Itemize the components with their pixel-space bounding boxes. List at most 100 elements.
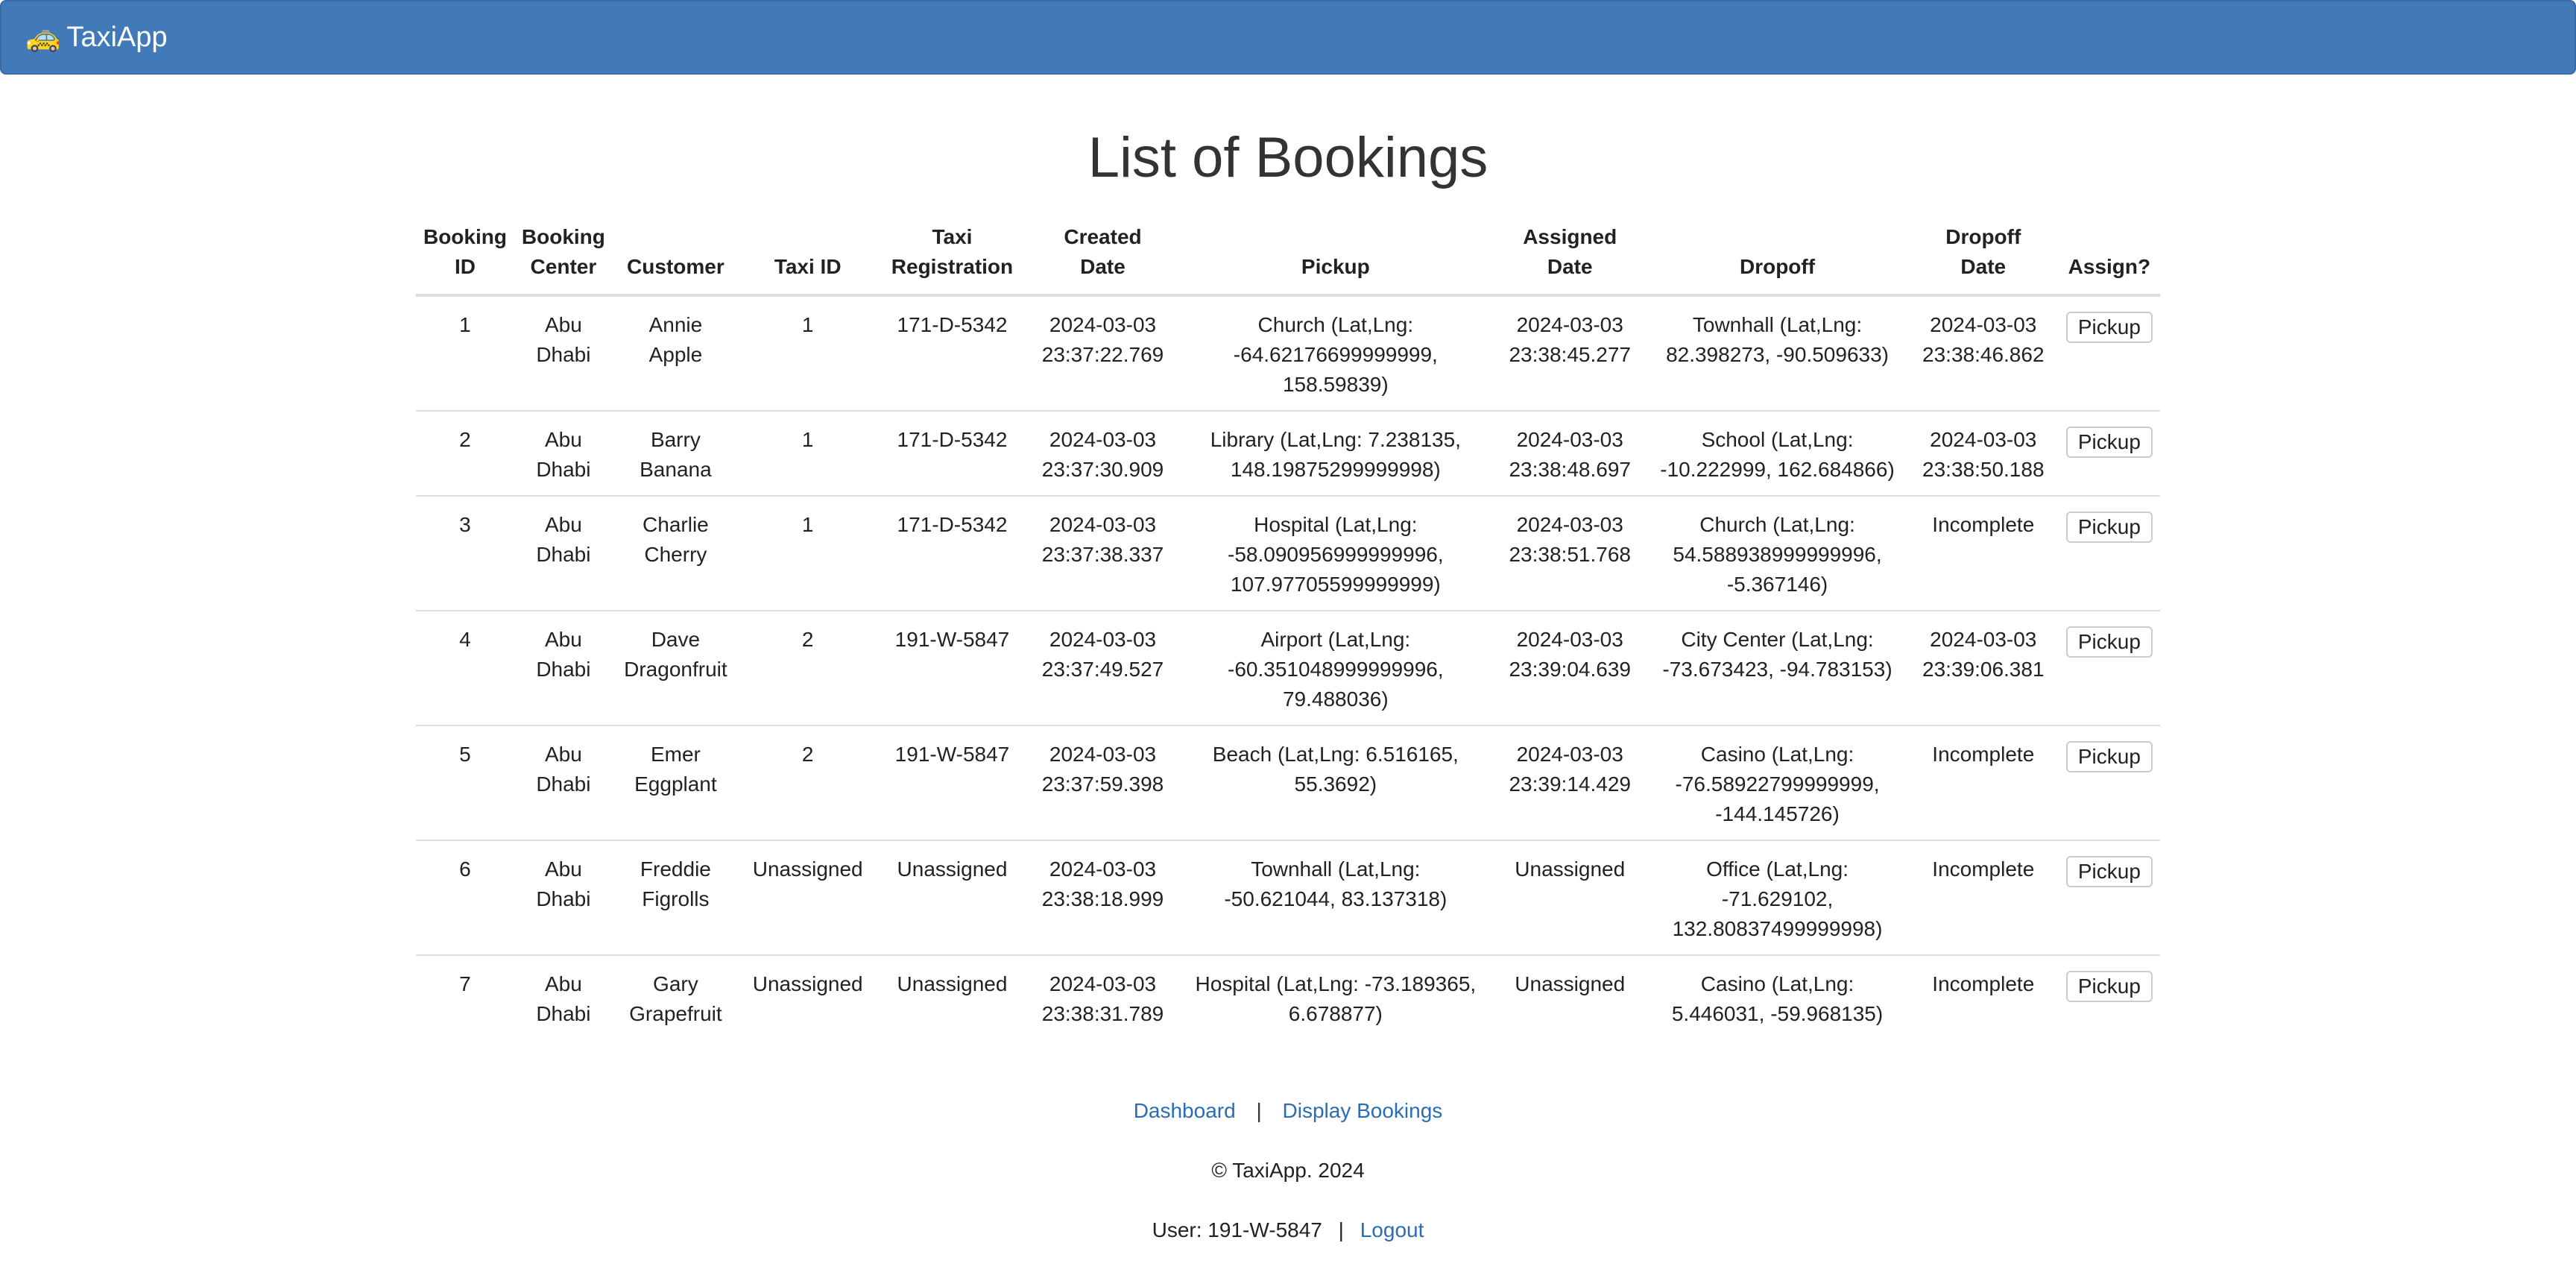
header-taxi-id: Taxi ID [738, 218, 877, 297]
cell-dropoff-date: 2024-03-03 23:38:50.188 [1907, 410, 2059, 496]
cell-dropoff: Church (Lat,Lng: 54.588938999999996, -5.36… [1647, 495, 1908, 611]
cell-dropoff: Casino (Lat,Lng: 5.446031, -59.968135) [1647, 954, 1908, 1039]
table-header-row: Booking ID Booking Center Customer Taxi ID… [416, 218, 2160, 297]
brand-link[interactable]: 🚕 TaxiApp [25, 22, 168, 54]
cell-taxi-registration: 171-D-5342 [897, 313, 1008, 336]
table-row: 3 Abu Dhabi Charlie Cherry 1 171-D-5342 2024-03… [416, 495, 2160, 611]
table-row: 2 Abu Dhabi Barry Banana 1 171-D-5342 2024-03-0… [416, 410, 2160, 496]
cell-booking-center: Abu Dhabi [514, 495, 613, 611]
cell-dropoff-date: Incomplete [1907, 725, 2059, 840]
cell-booking-center: Abu Dhabi [514, 840, 613, 955]
cell-booking-id: 4 [416, 610, 514, 725]
display-bookings-link[interactable]: Display Bookings [1283, 1099, 1443, 1122]
cell-dropoff-date: Incomplete [1907, 840, 2059, 955]
footer-nav: Dashboard | Display Bookings [0, 1099, 2576, 1123]
pickup-button[interactable]: Pickup [2065, 511, 2153, 543]
cell-customer: Barry Banana [612, 410, 739, 496]
cell-taxi-id: 2 [738, 725, 877, 840]
table-row: 4 Abu Dhabi Dave Dragonfruit 2 191-W-5847 2024-… [416, 610, 2160, 725]
pickup-button[interactable]: Pickup [2065, 626, 2153, 658]
cell-created-date: 2024-03-03 23:37:49.527 [1027, 610, 1178, 725]
cell-assigned-date: Unassigned [1493, 954, 1647, 1039]
cell-dropoff: City Center (Lat,Lng: -73.673423, -94.783… [1647, 610, 1908, 725]
header-assigned-date: Assigned Date [1493, 218, 1647, 297]
navbar: 🚕 TaxiApp [0, 0, 2576, 75]
header-created-date: Created Date [1027, 218, 1178, 297]
cell-booking-center: Abu Dhabi [514, 410, 613, 496]
cell-booking-id: 7 [416, 954, 514, 1039]
user-separator: | [1338, 1218, 1344, 1241]
cell-dropoff-date: 2024-03-03 23:39:06.381 [1907, 610, 2059, 725]
cell-taxi-registration: 191-W-5847 [877, 610, 1028, 725]
brand-name: TaxiApp [66, 21, 168, 53]
cell-dropoff: Townhall (Lat,Lng: 82.398273, -90.509633) [1666, 313, 1889, 366]
cell-booking-center: Abu Dhabi [536, 313, 591, 366]
current-user-label: User: 191-W-5847 [1152, 1218, 1322, 1241]
header-booking-id: Booking ID [416, 218, 514, 297]
cell-taxi-registration: 171-D-5342 [877, 495, 1028, 611]
cell-taxi-registration: Unassigned [877, 840, 1028, 955]
cell-taxi-registration: 191-W-5847 [877, 725, 1028, 840]
pickup-button[interactable]: Pickup [2065, 856, 2153, 887]
cell-booking-center: Abu Dhabi [514, 610, 613, 725]
pickup-button[interactable]: Pickup [2065, 312, 2153, 343]
cell-assign: Pickup [2058, 410, 2160, 496]
pickup-button[interactable]: Pickup [2065, 741, 2153, 772]
header-dropoff: Dropoff [1647, 218, 1908, 297]
cell-assign: Pickup [2058, 725, 2160, 840]
cell-customer: Emer Eggplant [612, 725, 739, 840]
cell-assigned-date: 2024-03-03 23:39:14.429 [1493, 725, 1647, 840]
cell-customer: Charlie Cherry [612, 495, 739, 611]
table-row: 6 Abu Dhabi Freddie Figrolls Unassigned Unassi… [416, 840, 2160, 955]
pickup-button[interactable]: Pickup [2065, 426, 2153, 458]
cell-booking-id: 2 [416, 410, 514, 496]
cell-pickup: Beach (Lat,Lng: 6.516165, 55.3692) [1178, 725, 1494, 840]
cell-created-date: 2024-03-03 23:38:18.999 [1027, 840, 1178, 955]
cell-pickup: Hospital (Lat,Lng: -58.090956999999996, 10… [1178, 495, 1494, 611]
cell-created-date: 2024-03-03 23:38:31.789 [1027, 954, 1178, 1039]
table-row: 7 Abu Dhabi Gary Grapefruit Unassigned Unassig… [416, 954, 2160, 1039]
cell-taxi-id: 1 [801, 313, 814, 336]
logout-link[interactable]: Logout [1360, 1218, 1424, 1241]
table-row: 1 Abu Dhabi Annie Apple 1 171-D-5342 2024-03-03… [416, 295, 2160, 411]
cell-taxi-registration: Unassigned [877, 954, 1028, 1039]
cell-assigned-date: 2024-03-03 23:38:48.697 [1493, 410, 1647, 496]
cell-booking-id: 1 [459, 313, 471, 336]
cell-booking-center: Abu Dhabi [514, 725, 613, 840]
cell-taxi-id: Unassigned [738, 954, 877, 1039]
cell-booking-id: 3 [416, 495, 514, 611]
page-title: List of Bookings [1087, 126, 1489, 189]
dashboard-link[interactable]: Dashboard [1134, 1099, 1236, 1122]
cell-pickup: Library (Lat,Lng: 7.238135, 148.198752999… [1178, 410, 1494, 496]
cell-assigned-date: 2024-03-03 23:38:51.768 [1493, 495, 1647, 611]
cell-taxi-id: Unassigned [738, 840, 877, 955]
cell-assign: Pickup [2058, 610, 2160, 725]
cell-taxi-id: 1 [738, 410, 877, 496]
cell-dropoff-date: Incomplete [1907, 495, 2059, 611]
cell-taxi-id: 1 [738, 495, 877, 611]
header-taxi-registration: Taxi Registration [877, 218, 1028, 297]
cell-customer: Freddie Figrolls [612, 840, 739, 955]
cell-taxi-id: 2 [738, 610, 877, 725]
pickup-button[interactable]: Pickup [2065, 971, 2153, 1002]
header-customer: Customer [612, 218, 739, 297]
copyright-text: © TaxiApp. 2024 [1211, 1159, 1365, 1182]
footer-separator: | [1256, 1099, 1262, 1122]
cell-customer: Gary Grapefruit [612, 954, 739, 1039]
cell-booking-id: 6 [416, 840, 514, 955]
cell-booking-center: Abu Dhabi [514, 954, 613, 1039]
cell-created-date: 2024-03-03 23:37:30.909 [1027, 410, 1178, 496]
cell-created-date: 2024-03-03 23:37:59.398 [1027, 725, 1178, 840]
header-dropoff-date: Dropoff Date [1907, 218, 2059, 297]
cell-assign: Pickup [2059, 295, 2160, 411]
cell-assign: Pickup [2058, 495, 2160, 611]
cell-dropoff-date: 2024-03-03 23:38:46.862 [1922, 313, 2045, 366]
cell-assigned-date: Unassigned [1493, 840, 1647, 955]
cell-assigned-date: 2024-03-03 23:39:04.639 [1493, 610, 1647, 725]
header-booking-center: Booking Center [514, 218, 613, 297]
bookings-table: Booking ID Booking Center Customer Taxi ID… [416, 218, 2160, 1039]
cell-created-date: 2024-03-03 23:37:22.769 [1041, 313, 1164, 366]
cell-customer: Dave Dragonfruit [612, 610, 739, 725]
cell-assign: Pickup [2058, 954, 2160, 1039]
cell-taxi-registration: 171-D-5342 [877, 410, 1028, 496]
